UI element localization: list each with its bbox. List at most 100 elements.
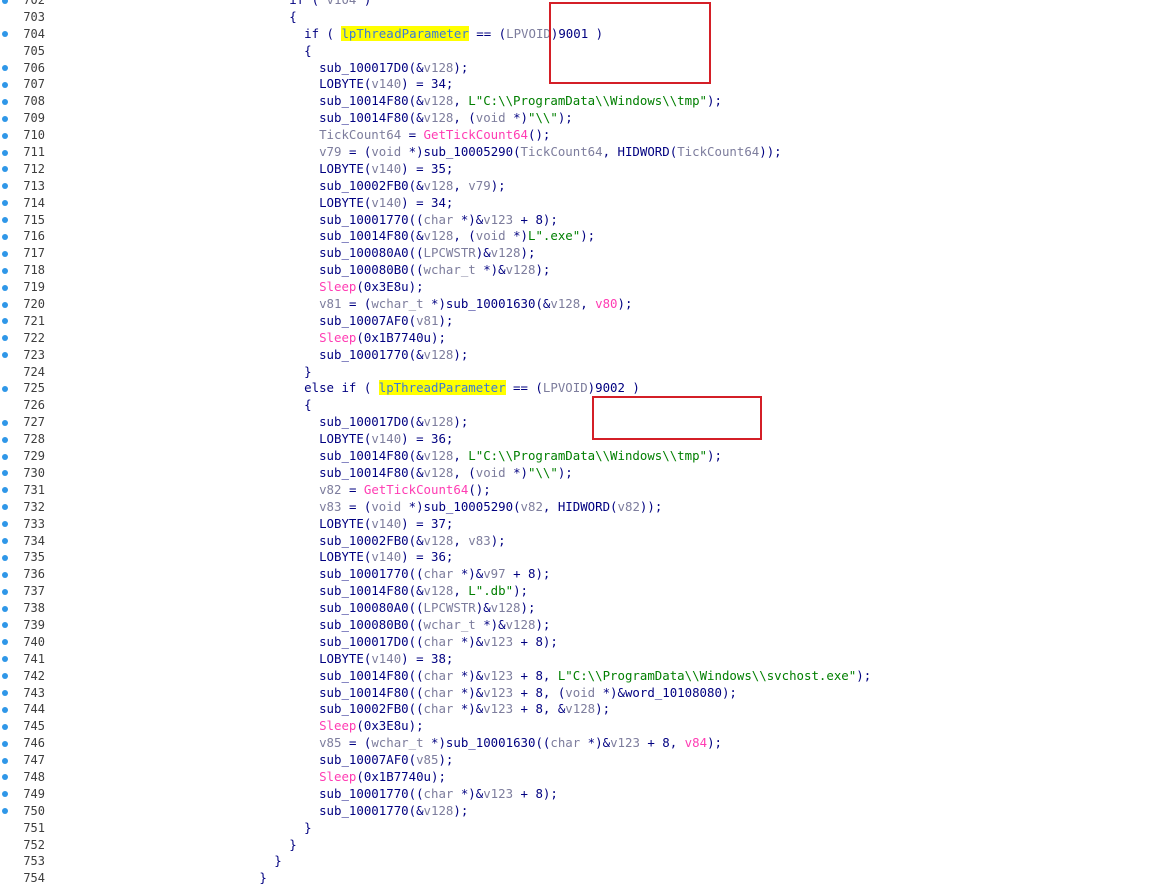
code-line[interactable]: 727 sub_100017D0(&v128); <box>0 414 1151 431</box>
breakpoint-dot-icon[interactable] <box>2 538 8 544</box>
code-text[interactable]: } <box>304 364 311 381</box>
breakpoint-dot-icon[interactable] <box>2 622 8 629</box>
breakpoint-dot-icon[interactable] <box>2 521 8 528</box>
code-text[interactable]: sub_10001770((char *)&v123 + 8); <box>319 786 558 803</box>
code-text[interactable]: sub_10014F80(&v128, L"C:\\ProgramData\\W… <box>319 448 722 465</box>
code-text[interactable]: v83 = (void *)sub_10005290(v82, HIDWORD(… <box>319 499 662 516</box>
code-line[interactable]: 749 sub_10001770((char *)&v123 + 8); <box>0 786 1151 803</box>
code-line[interactable]: 741 LOBYTE(v140) = 38; <box>0 651 1151 668</box>
code-text[interactable]: LOBYTE(v140) = 35; <box>319 161 453 178</box>
code-text[interactable]: v82 = GetTickCount64(); <box>319 482 491 499</box>
breakpoint-dot-icon[interactable] <box>2 774 8 781</box>
breakpoint-dot-icon[interactable] <box>2 335 8 342</box>
breakpoint-dot-icon[interactable] <box>2 588 8 595</box>
code-line[interactable]: 754} <box>0 870 1151 887</box>
breakpoint-dot-icon[interactable] <box>2 690 8 697</box>
code-text[interactable]: sub_10001770((char *)&v123 + 8); <box>319 212 558 229</box>
code-text[interactable]: sub_10001770((char *)&v97 + 8); <box>319 566 550 583</box>
breakpoint-dot-icon[interactable] <box>2 673 8 680</box>
breakpoint-dot-icon[interactable] <box>2 267 8 274</box>
code-text[interactable]: sub_10014F80(&v128, L".db"); <box>319 583 528 600</box>
code-line[interactable]: 716 sub_10014F80(&v128, (void *)L".exe"); <box>0 228 1151 245</box>
breakpoint-dot-icon[interactable] <box>2 605 8 612</box>
breakpoint-dot-icon[interactable] <box>2 470 8 477</box>
code-line[interactable]: 713 sub_10002FB0(&v128, v79); <box>0 178 1151 195</box>
breakpoint-dot-icon[interactable] <box>2 385 8 392</box>
code-line[interactable]: 738 sub_100080A0((LPCWSTR)&v128); <box>0 600 1151 617</box>
breakpoint-dot-icon[interactable] <box>2 81 8 88</box>
code-text[interactable]: { <box>304 43 311 60</box>
code-text[interactable]: sub_100080B0((wchar_t *)&v128); <box>319 617 550 634</box>
breakpoint-dot-icon[interactable] <box>2 740 8 747</box>
code-text[interactable]: Sleep(0x3E8u); <box>319 279 423 296</box>
code-line[interactable]: 734 sub_10002FB0(&v128, v83); <box>0 533 1151 550</box>
code-line[interactable]: 747 sub_10007AF0(v85); <box>0 752 1151 769</box>
code-line[interactable]: 736 sub_10001770((char *)&v97 + 8); <box>0 566 1151 583</box>
breakpoint-dot-icon[interactable] <box>2 656 8 663</box>
code-line[interactable]: 735 LOBYTE(v140) = 36; <box>0 549 1151 566</box>
code-line[interactable]: 711 v79 = (void *)sub_10005290(TickCount6… <box>0 144 1151 161</box>
code-line[interactable]: 723 sub_10001770(&v128); <box>0 347 1151 364</box>
breakpoint-dot-icon[interactable] <box>2 318 8 325</box>
code-text[interactable]: sub_10002FB0(&v128, v79); <box>319 178 506 195</box>
breakpoint-dot-icon[interactable] <box>2 115 8 122</box>
code-text[interactable]: } <box>274 853 281 870</box>
code-text[interactable]: if ( v104 ) <box>289 0 371 9</box>
code-line[interactable]: 725 else if ( lpThreadParameter == (LPVOI… <box>0 380 1151 397</box>
code-text[interactable]: TickCount64 = GetTickCount64(); <box>319 127 550 144</box>
code-line[interactable]: 750 sub_10001770(&v128); <box>0 803 1151 820</box>
code-text[interactable]: LOBYTE(v140) = 34; <box>319 195 453 212</box>
code-text[interactable]: v81 = (wchar_t *)sub_10001630(&v128, v80… <box>319 296 632 313</box>
code-text[interactable]: sub_10014F80((char *)&v123 + 8, L"C:\\Pr… <box>319 668 871 685</box>
code-text[interactable]: sub_10014F80(&v128, L"C:\\ProgramData\\W… <box>319 93 722 110</box>
breakpoint-dot-icon[interactable] <box>2 200 8 207</box>
code-line[interactable]: 710 TickCount64 = GetTickCount64(); <box>0 127 1151 144</box>
code-text[interactable]: sub_10007AF0(v81); <box>319 313 453 330</box>
code-text[interactable]: sub_100017D0(&v128); <box>319 414 468 431</box>
breakpoint-dot-icon[interactable] <box>2 504 8 511</box>
code-text[interactable]: sub_10001770(&v128); <box>319 803 468 820</box>
code-text[interactable]: sub_100080B0((wchar_t *)&v128); <box>319 262 550 279</box>
code-text[interactable]: sub_10014F80(&v128, (void *)"\\"); <box>319 110 573 127</box>
breakpoint-dot-icon[interactable] <box>2 149 8 156</box>
code-line[interactable]: 751} <box>0 820 1151 837</box>
code-text[interactable]: sub_100080A0((LPCWSTR)&v128); <box>319 245 535 262</box>
code-line[interactable]: 730 sub_10014F80(&v128, (void *)"\\"); <box>0 465 1151 482</box>
code-text[interactable]: LOBYTE(v140) = 36; <box>319 431 453 448</box>
breakpoint-dot-icon[interactable] <box>2 183 8 190</box>
code-line[interactable]: 745 Sleep(0x3E8u); <box>0 718 1151 735</box>
code-line[interactable]: 719 Sleep(0x3E8u); <box>0 279 1151 296</box>
code-line[interactable]: 720 v81 = (wchar_t *)sub_10001630(&v128, … <box>0 296 1151 313</box>
code-line[interactable]: 744 sub_10002FB0((char *)&v123 + 8, &v128… <box>0 701 1151 718</box>
code-text[interactable]: sub_100017D0(&v128); <box>319 60 468 77</box>
breakpoint-dot-icon[interactable] <box>2 419 8 426</box>
code-line[interactable]: 717 sub_100080A0((LPCWSTR)&v128); <box>0 245 1151 262</box>
code-line[interactable]: 729 sub_10014F80(&v128, L"C:\\ProgramData… <box>0 448 1151 465</box>
code-text[interactable]: v79 = (void *)sub_10005290(TickCount64, … <box>319 144 782 161</box>
code-line[interactable]: 724} <box>0 364 1151 381</box>
code-line[interactable]: 721 sub_10007AF0(v81); <box>0 313 1151 330</box>
breakpoint-dot-icon[interactable] <box>2 98 8 105</box>
code-text[interactable]: sub_100080A0((LPCWSTR)&v128); <box>319 600 535 617</box>
code-text[interactable]: sub_10002FB0((char *)&v123 + 8, &v128); <box>319 701 610 718</box>
code-line[interactable]: 739 sub_100080B0((wchar_t *)&v128); <box>0 617 1151 634</box>
code-line[interactable]: 718 sub_100080B0((wchar_t *)&v128); <box>0 262 1151 279</box>
code-line[interactable]: 712 LOBYTE(v140) = 35; <box>0 161 1151 178</box>
code-text[interactable]: { <box>304 397 311 414</box>
breakpoint-dot-icon[interactable] <box>2 284 8 291</box>
code-text[interactable]: sub_10001770(&v128); <box>319 347 468 364</box>
code-text[interactable]: sub_10007AF0(v85); <box>319 752 453 769</box>
breakpoint-dot-icon[interactable] <box>2 233 8 240</box>
code-text[interactable]: v85 = (wchar_t *)sub_10001630((char *)&v… <box>319 735 722 752</box>
code-line[interactable]: 714 LOBYTE(v140) = 34; <box>0 195 1151 212</box>
code-line[interactable]: 708 sub_10014F80(&v128, L"C:\\ProgramData… <box>0 93 1151 110</box>
code-line[interactable]: 746 v85 = (wchar_t *)sub_10001630((char *… <box>0 735 1151 752</box>
code-text[interactable]: sub_10014F80(&v128, (void *)"\\"); <box>319 465 573 482</box>
breakpoint-dot-icon[interactable] <box>2 791 8 798</box>
code-line[interactable]: 715 sub_10001770((char *)&v123 + 8); <box>0 212 1151 229</box>
code-text[interactable]: Sleep(0x1B7740u); <box>319 330 446 347</box>
code-line[interactable]: 731 v82 = GetTickCount64(); <box>0 482 1151 499</box>
breakpoint-dot-icon[interactable] <box>2 250 8 257</box>
breakpoint-dot-icon[interactable] <box>2 166 8 173</box>
code-text[interactable]: sub_100017D0((char *)&v123 + 8); <box>319 634 558 651</box>
